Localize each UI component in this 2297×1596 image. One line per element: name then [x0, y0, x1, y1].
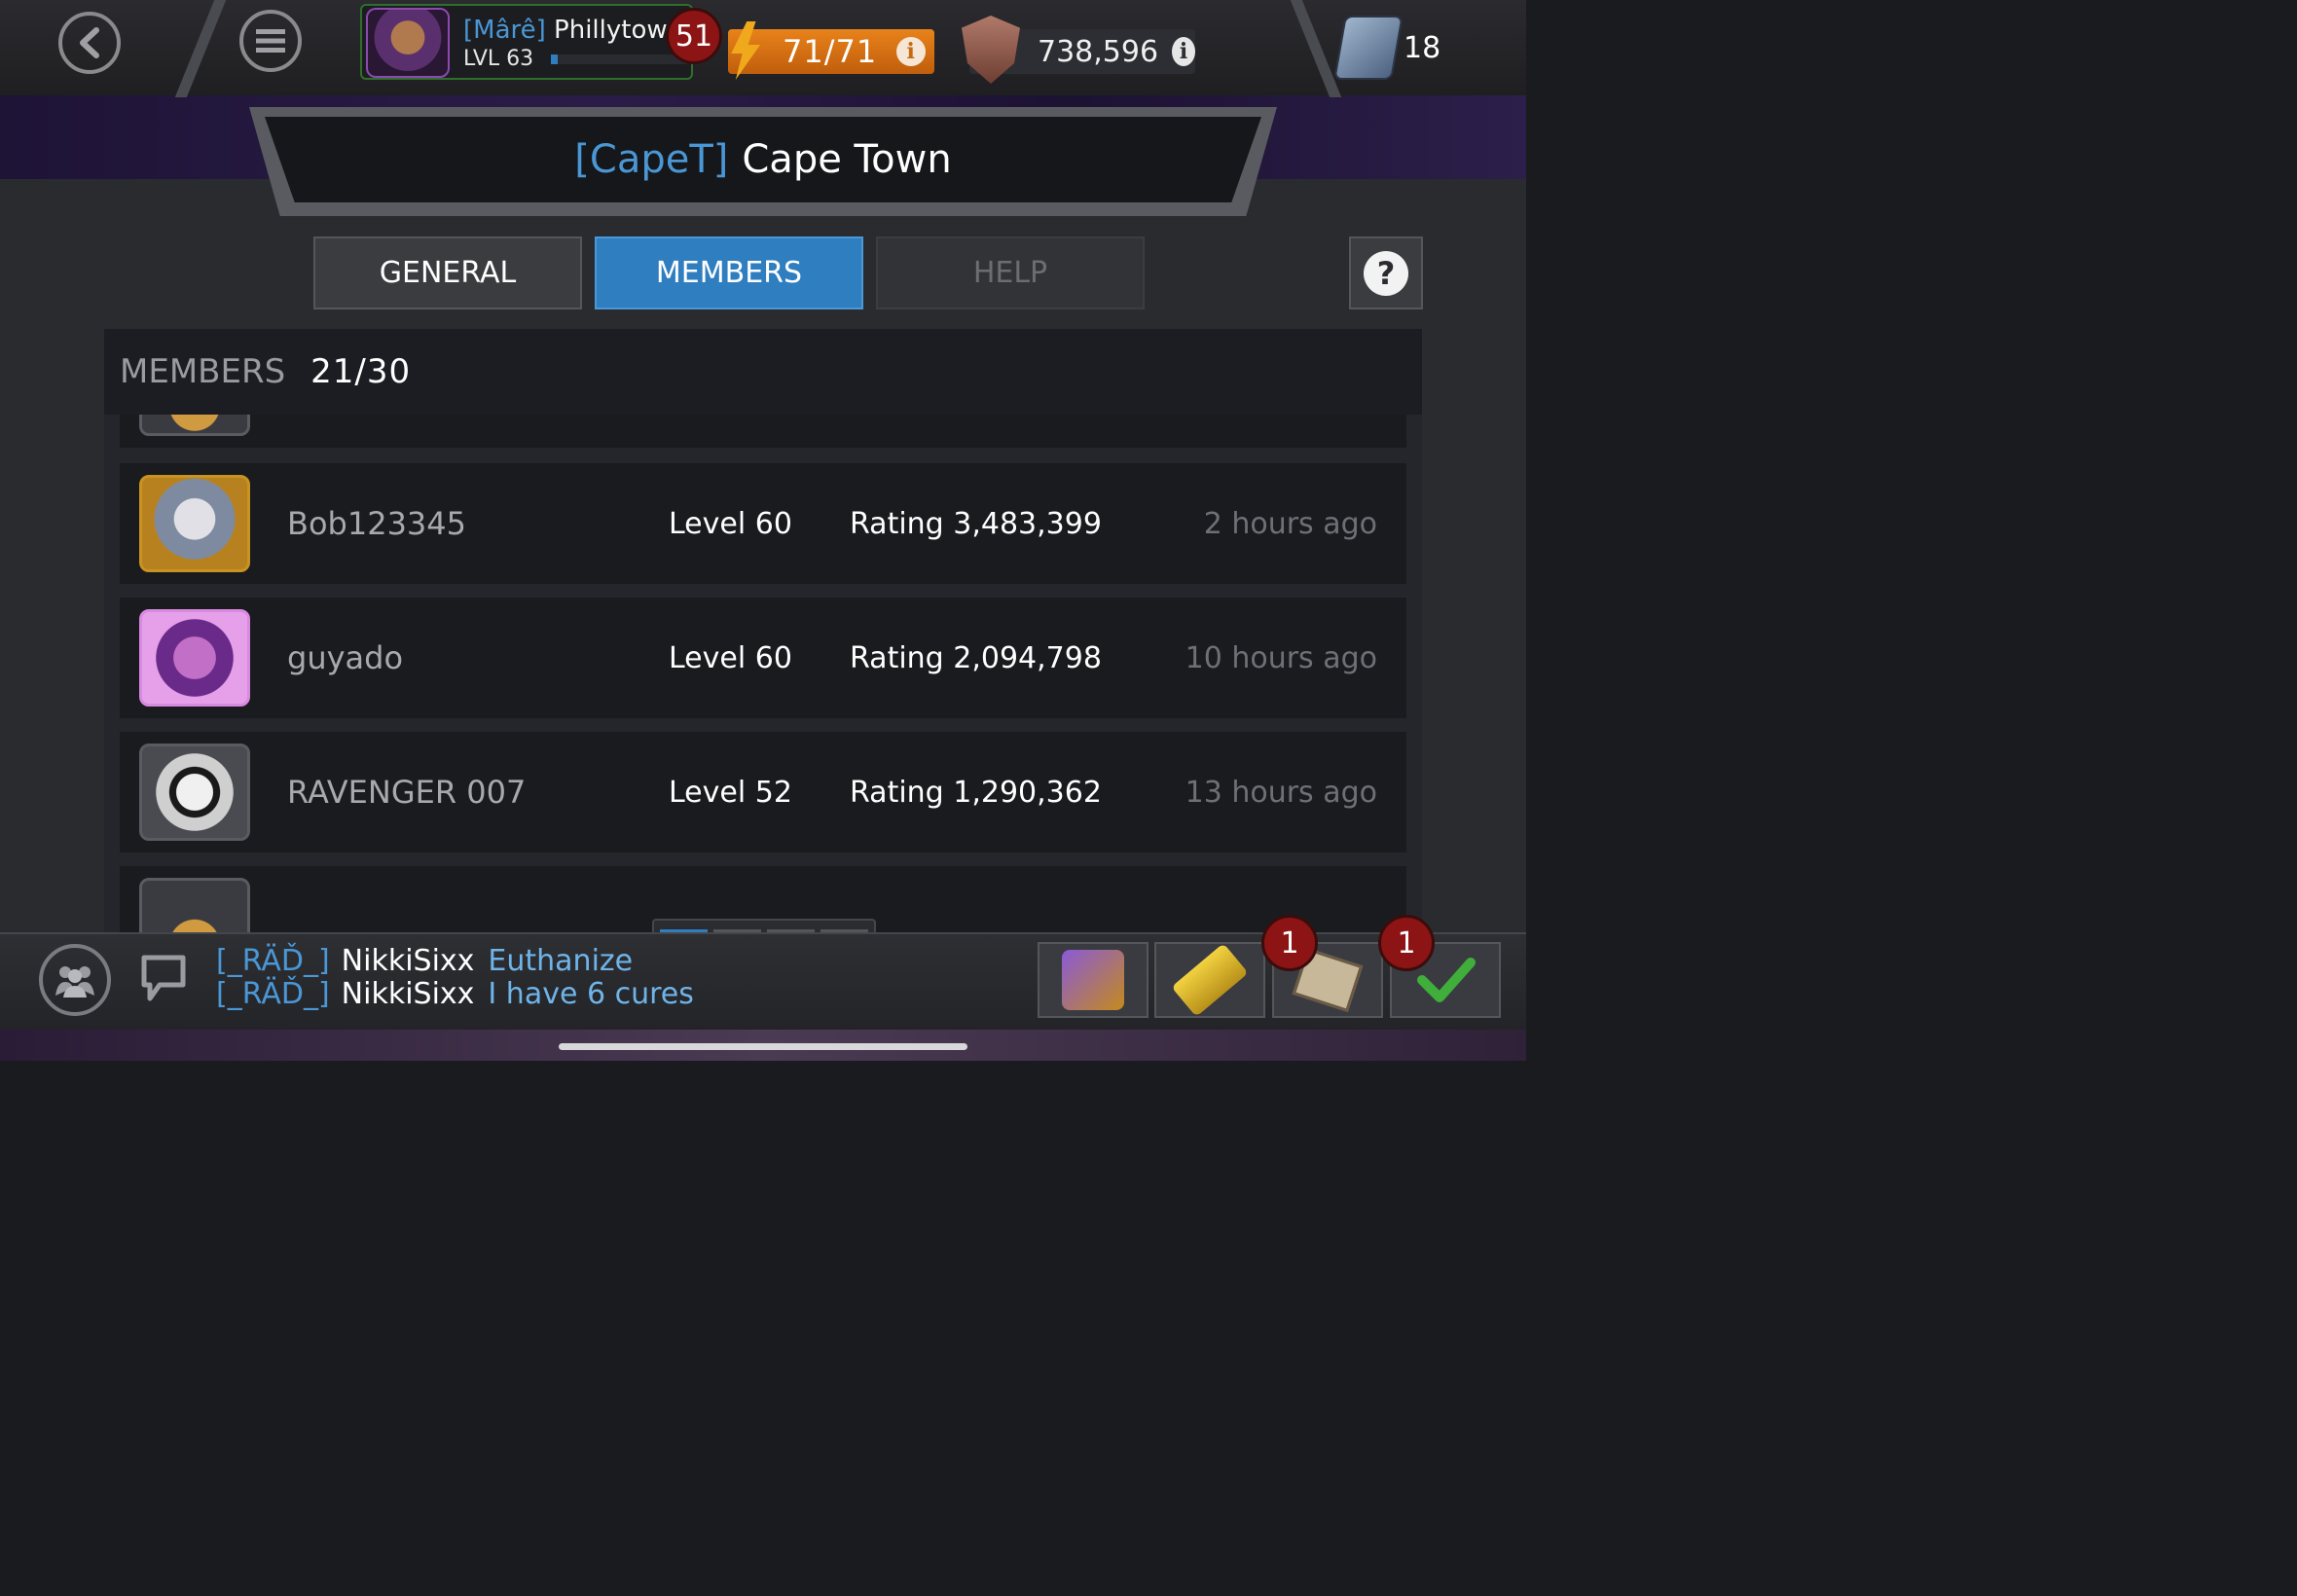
member-name: guyado — [287, 639, 404, 676]
member-level: Level 60 — [669, 640, 792, 675]
moon-knight-portrait-icon — [139, 744, 250, 841]
info-icon[interactable]: i — [896, 37, 927, 66]
xp-bar — [551, 54, 687, 64]
member-name: RAVENGER 007 — [287, 774, 527, 811]
member-level: Level 52 — [669, 775, 792, 810]
alliance-title: [CapeT] Cape Town — [265, 117, 1261, 202]
units-value: 18 — [1404, 30, 1441, 65]
tab-help[interactable]: HELP — [876, 236, 1145, 309]
alliance-tag: [CapeT] — [574, 137, 729, 182]
member-name: Bob123345 — [287, 505, 466, 542]
members-count: 21/30 — [310, 352, 412, 391]
player-level: LVL 63 — [463, 47, 534, 71]
question-icon: ? — [1364, 250, 1408, 296]
table-row[interactable]: RAVENGER 007 Level 52 Rating 1,290,362 1… — [120, 732, 1406, 852]
player-name-line: [Mârê] Phillytown — [463, 16, 683, 45]
crystal-icon — [1062, 950, 1124, 1010]
chevron-left-icon — [80, 27, 99, 58]
member-rating: Rating 3,483,399 — [850, 506, 1102, 541]
player-avatar[interactable] — [366, 8, 450, 78]
member-rating: Rating 1,290,362 — [850, 775, 1102, 810]
chat-message[interactable]: [_RÄĎ_] NikkiSixx Euthanize — [216, 944, 633, 978]
quests-notification-badge: 1 — [1261, 915, 1318, 971]
store-button[interactable] — [1154, 942, 1265, 1018]
units-counter[interactable]: 18 — [1333, 16, 1441, 80]
thor-portrait-icon — [139, 475, 250, 572]
menu-button[interactable] — [239, 10, 302, 72]
scroll-icon — [1171, 943, 1249, 1017]
member-level: Level 60 — [669, 506, 792, 541]
member-last-seen: 13 hours ago — [1185, 775, 1377, 810]
rating-value: 738,596 — [1038, 34, 1159, 69]
units-icon — [1333, 16, 1404, 80]
members-label: MEMBERS — [120, 352, 286, 391]
chat-message[interactable]: [_RÄĎ_] NikkiSixx I have 6 cures — [216, 977, 694, 1011]
xp-bar-fill — [551, 54, 558, 64]
table-row[interactable]: Bob123345 Level 60 Rating 3,483,399 2 ho… — [120, 463, 1406, 584]
hamburger-icon — [256, 29, 285, 53]
chat-user: NikkiSixx — [341, 944, 475, 978]
crystal-vault-button[interactable] — [1038, 942, 1148, 1018]
player-alliance-tag: [Mârê] — [463, 16, 546, 45]
energy-meter[interactable]: 71/71 i — [728, 21, 934, 80]
back-button[interactable] — [58, 12, 121, 74]
energy-value: 71/71 — [783, 33, 878, 70]
achievements-notification-badge: 1 — [1378, 915, 1435, 971]
chat-alliance-tag: [_RÄĎ_] — [216, 944, 330, 978]
group-icon — [55, 966, 94, 998]
member-portrait-icon — [139, 415, 250, 436]
info-icon[interactable]: i — [1172, 37, 1195, 66]
player-level-badge: 51 — [666, 8, 722, 64]
lightning-icon — [731, 21, 761, 80]
psylocke-portrait-icon — [139, 609, 250, 707]
player-profile[interactable]: [Mârê] Phillytown LVL 63 — [360, 4, 693, 80]
tab-general[interactable]: GENERAL — [313, 236, 582, 309]
members-header: MEMBERS 21/30 — [104, 329, 1422, 415]
member-last-seen: 10 hours ago — [1185, 640, 1377, 675]
member-rating: Rating 2,094,798 — [850, 640, 1102, 675]
alliance-name: Cape Town — [742, 137, 952, 182]
prestige-rating[interactable]: 738,596 i — [962, 16, 1195, 84]
member-last-seen: 2 hours ago — [1203, 506, 1377, 541]
chat-text: I have 6 cures — [488, 977, 694, 1011]
home-indicator[interactable] — [559, 1043, 967, 1050]
tab-members[interactable]: MEMBERS — [595, 236, 863, 309]
chat-bubble-icon[interactable] — [138, 952, 189, 1004]
table-row[interactable]: guyado Level 60 Rating 2,094,798 10 hour… — [120, 598, 1406, 718]
chat-user: NikkiSixx — [341, 977, 475, 1011]
members-list[interactable]: Bob123345 Level 60 Rating 3,483,399 2 ho… — [104, 415, 1422, 934]
player-name: Phillytown — [554, 16, 684, 45]
chat-text: Euthanize — [488, 944, 634, 978]
member-portrait-icon — [139, 878, 250, 934]
table-row[interactable] — [120, 415, 1406, 448]
members-panel: MEMBERS 21/30 Bob123345 Level 60 Rating … — [104, 329, 1422, 934]
alliance-button[interactable] — [39, 944, 111, 1016]
help-button[interactable]: ? — [1349, 236, 1423, 309]
chat-alliance-tag: [_RÄĎ_] — [216, 977, 330, 1011]
